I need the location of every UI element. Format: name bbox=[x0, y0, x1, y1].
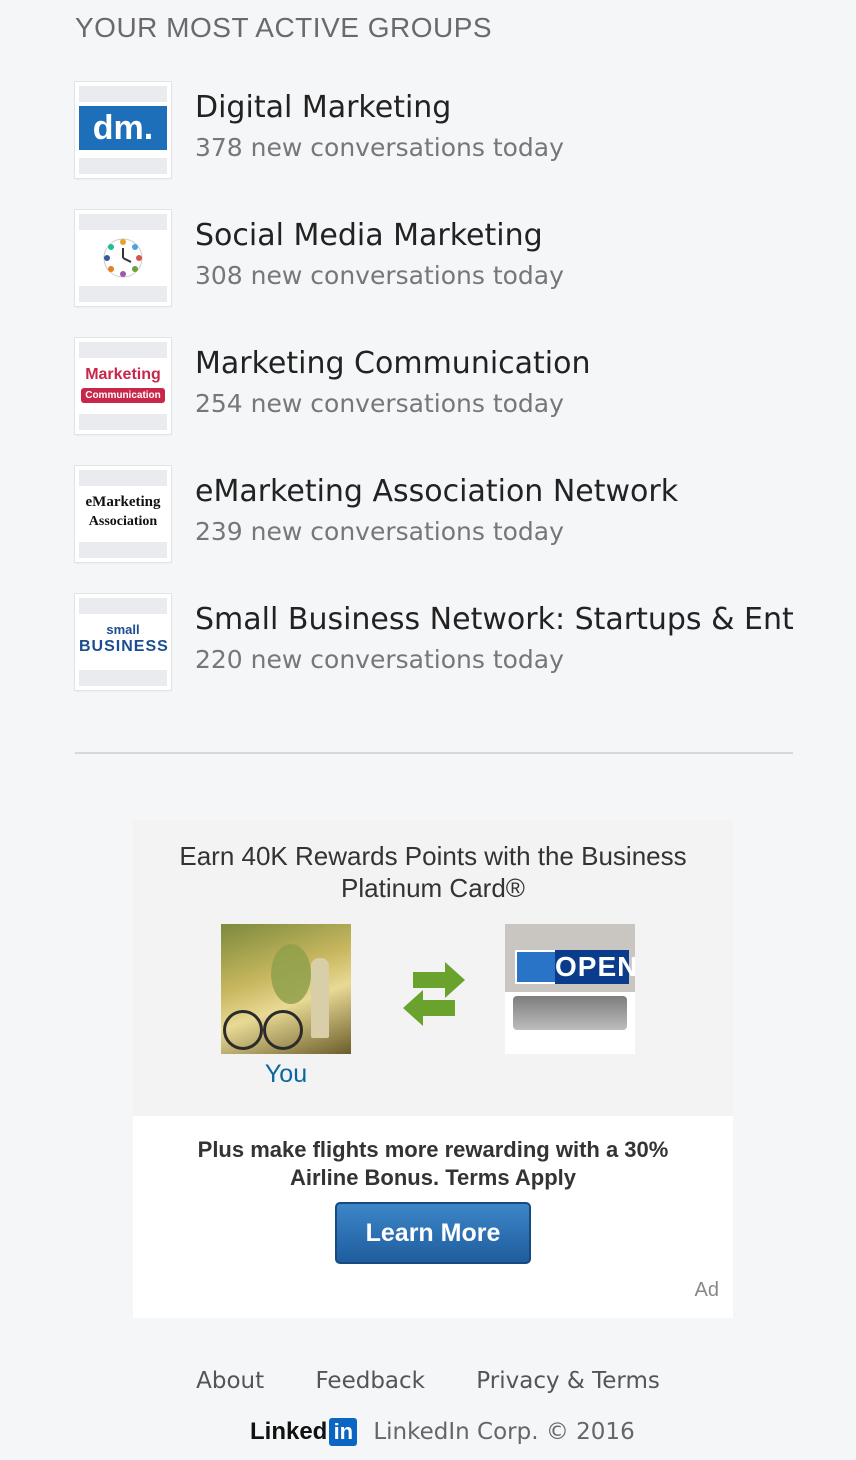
group-item-social-media-marketing[interactable]: Social Media Marketing 308 new conversat… bbox=[75, 210, 793, 306]
ad-bottom: Plus make flights more rewarding with a … bbox=[133, 1116, 733, 1318]
user-photo[interactable] bbox=[221, 924, 351, 1054]
group-name[interactable]: Social Media Marketing bbox=[195, 216, 793, 256]
groups-list: dm. Digital Marketing 378 new conversati… bbox=[75, 82, 793, 722]
small-logo-text: small bbox=[106, 622, 140, 637]
group-conversation-count: 254 new conversations today bbox=[195, 389, 564, 418]
marketing-logo-text: Marketing bbox=[85, 366, 161, 383]
group-item-small-business-network[interactable]: small BUSINESS Small Business Network: S… bbox=[75, 594, 793, 690]
communication-logo-text: Communication bbox=[81, 388, 165, 403]
emarketing-logo-text: eMarketing bbox=[85, 494, 161, 510]
learn-more-button[interactable]: Learn More bbox=[335, 1202, 531, 1264]
business-logo-text: BUSINESS bbox=[79, 638, 169, 655]
section-divider bbox=[75, 752, 793, 754]
group-name[interactable]: Digital Marketing bbox=[195, 88, 793, 128]
ad-headline[interactable]: Earn 40K Rewards Points with the Busines… bbox=[133, 840, 733, 904]
footer-bottom: Linked in LinkedIn Corp. © 2016 bbox=[250, 1418, 635, 1446]
linkedin-in-icon: in bbox=[329, 1418, 358, 1446]
social-clock-icon bbox=[103, 238, 143, 278]
linkedin-logo-text: Linked bbox=[250, 1418, 328, 1445]
group-item-digital-marketing[interactable]: dm. Digital Marketing 378 new conversati… bbox=[75, 82, 793, 178]
group-conversation-count: 220 new conversations today bbox=[195, 645, 564, 674]
copyright-text: LinkedIn Corp. © 2016 bbox=[373, 1419, 635, 1445]
group-logo[interactable]: small BUSINESS bbox=[75, 594, 171, 690]
group-logo[interactable] bbox=[75, 210, 171, 306]
dm-logo-text: dm. bbox=[79, 106, 167, 150]
ad-label: Ad bbox=[694, 1279, 719, 1301]
open-logo-text: OPEN bbox=[555, 950, 635, 984]
group-logo[interactable]: Marketing Communication bbox=[75, 338, 171, 434]
group-conversation-count: 378 new conversations today bbox=[195, 133, 564, 162]
group-item-emarketing-association[interactable]: eMarketing Association eMarketing Associ… bbox=[75, 466, 793, 562]
group-name[interactable]: Marketing Communication bbox=[195, 344, 793, 384]
ad-panel[interactable]: Earn 40K Rewards Points with the Busines… bbox=[133, 820, 733, 1318]
amex-logo-icon bbox=[515, 950, 559, 984]
group-name[interactable]: Small Business Network: Startups & Entre… bbox=[195, 600, 793, 640]
footer-link-privacy-terms[interactable]: Privacy & Terms bbox=[476, 1368, 660, 1394]
group-logo[interactable]: eMarketing Association bbox=[75, 466, 171, 562]
group-item-marketing-communication[interactable]: Marketing Communication Marketing Commun… bbox=[75, 338, 793, 434]
group-conversation-count: 239 new conversations today bbox=[195, 517, 564, 546]
section-title: YOUR MOST ACTIVE GROUPS bbox=[75, 12, 493, 43]
group-name[interactable]: eMarketing Association Network bbox=[195, 472, 793, 512]
group-logo[interactable]: dm. bbox=[75, 82, 171, 178]
you-label: You bbox=[264, 1060, 308, 1088]
footer-link-feedback[interactable]: Feedback bbox=[315, 1368, 425, 1394]
amex-open-logo[interactable]: OPEN bbox=[505, 924, 635, 1054]
ad-top: Earn 40K Rewards Points with the Busines… bbox=[133, 820, 733, 1116]
group-conversation-count: 308 new conversations today bbox=[195, 261, 564, 290]
linkedin-logo[interactable]: Linked in bbox=[250, 1418, 358, 1446]
association-logo-text: Association bbox=[88, 514, 158, 529]
ad-subtext: Plus make flights more rewarding with a … bbox=[197, 1137, 669, 1190]
exchange-arrows-icon bbox=[403, 962, 465, 1026]
footer-link-about[interactable]: About bbox=[196, 1368, 264, 1394]
platinum-card-image bbox=[513, 996, 627, 1030]
footer-links: About Feedback Privacy & Terms bbox=[0, 1368, 856, 1394]
